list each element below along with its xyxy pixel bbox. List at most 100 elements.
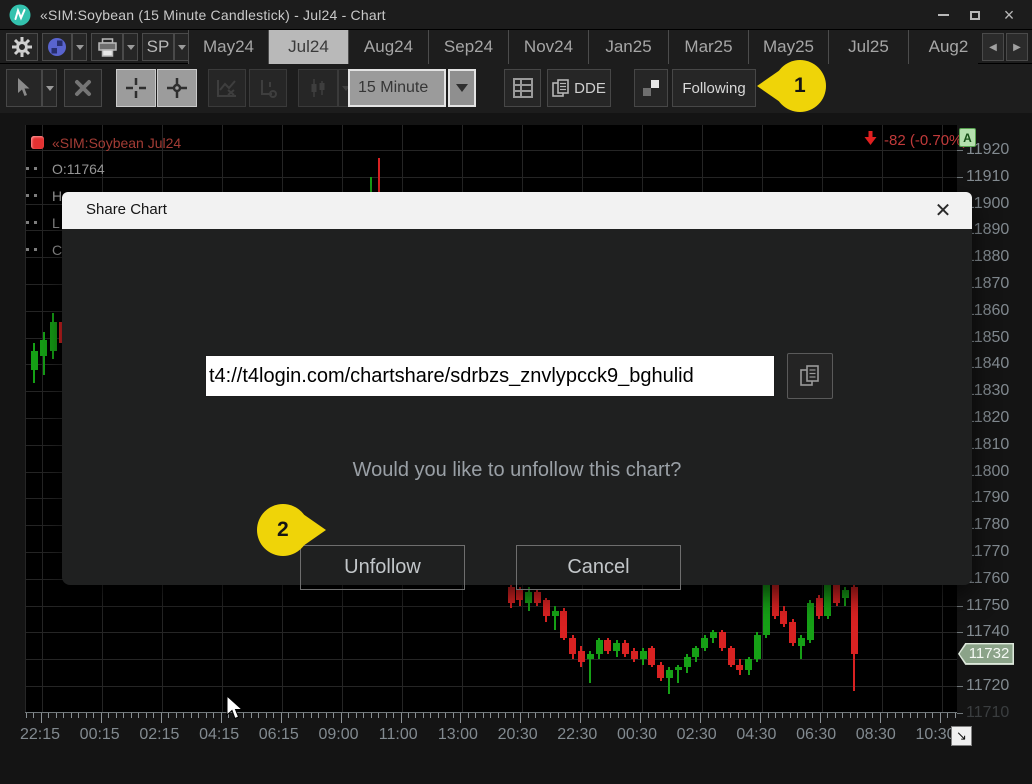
scroll-to-latest-button[interactable]: ↘ <box>951 726 972 746</box>
scale-tool-button[interactable] <box>249 69 287 107</box>
time-axis-minor-tick <box>925 713 926 718</box>
layout-compare-button[interactable] <box>634 69 668 107</box>
time-axis-minor-tick <box>153 713 154 718</box>
dde-export-button[interactable]: DDE <box>547 69 611 107</box>
crosshair-snap-tool-button[interactable] <box>157 69 197 107</box>
app-logo-icon <box>9 4 31 26</box>
contract-tab-row: SP May24Jul24Aug24Sep24Nov24Jan25Mar25Ma… <box>0 30 1032 64</box>
candle-body <box>807 603 814 641</box>
candle-body <box>569 638 576 654</box>
tab-jul24[interactable]: Jul24 <box>268 30 348 64</box>
tab-jan25[interactable]: Jan25 <box>588 30 668 64</box>
line-style-dots <box>26 248 38 251</box>
delete-drawing-button[interactable] <box>64 69 102 107</box>
time-axis-minor-tick <box>206 713 207 718</box>
cursor-icon <box>16 78 32 98</box>
tab-sep24[interactable]: Sep24 <box>428 30 508 64</box>
time-axis-minor-tick <box>550 713 551 718</box>
time-axis-minor-tick <box>198 713 199 718</box>
tab-may24[interactable]: May24 <box>188 30 268 64</box>
time-axis-minor-tick <box>738 713 739 718</box>
time-axis-minor-tick <box>108 713 109 718</box>
last-price-value: 11732 <box>960 644 1013 663</box>
candle-body <box>578 651 585 662</box>
dialog-header: Share Chart ✕ <box>62 192 972 229</box>
tabs-scroll-right-button[interactable]: ▶ <box>1006 33 1028 61</box>
change-value: -82 (-0.70%) <box>884 132 967 149</box>
theme-dropdown[interactable] <box>72 33 87 61</box>
time-axis-major-tick <box>161 713 162 723</box>
price-axis-tick <box>957 150 963 151</box>
copy-icon <box>552 79 570 97</box>
autoscale-badge[interactable]: A <box>959 128 976 147</box>
time-axis-minor-tick <box>266 713 267 718</box>
line-style-dots <box>26 194 38 197</box>
time-axis-minor-tick <box>296 713 297 718</box>
candle-body <box>534 592 541 603</box>
close-button[interactable]: × <box>998 6 1020 24</box>
time-axis-label: 08:30 <box>856 726 896 744</box>
share-url-input[interactable] <box>205 355 775 397</box>
maximize-button[interactable] <box>964 6 986 24</box>
x-icon <box>74 79 92 97</box>
time-axis-major-tick <box>101 713 102 723</box>
tab-nov24[interactable]: Nov24 <box>508 30 588 64</box>
dialog-question: Would you like to unfollow this chart? <box>62 459 972 482</box>
minimize-button[interactable] <box>932 6 954 24</box>
crosshair-tool-button[interactable] <box>116 69 156 107</box>
chevron-down-icon <box>76 45 84 50</box>
candle-body <box>525 592 532 603</box>
price-axis-label: 11870 <box>966 275 1009 293</box>
candle-body <box>631 651 638 659</box>
exchange-button[interactable]: SP <box>142 33 174 61</box>
time-axis-minor-tick <box>693 713 694 718</box>
print-button[interactable] <box>91 33 123 61</box>
time-axis-minor-tick <box>386 713 387 718</box>
time-axis-minor-tick <box>670 713 671 718</box>
tab-jul25[interactable]: Jul25 <box>828 30 908 64</box>
chevron-down-icon <box>178 45 186 50</box>
settings-button[interactable] <box>6 33 38 61</box>
pointer-tool-button[interactable] <box>6 69 42 107</box>
mouse-cursor-icon <box>225 695 244 722</box>
cancel-button[interactable]: Cancel <box>516 545 681 590</box>
following-button[interactable]: Following <box>672 69 756 107</box>
tabs-scroll-left-button[interactable]: ◀ <box>982 33 1004 61</box>
time-axis-major-tick <box>41 713 42 723</box>
callout-number: 2 <box>277 518 289 542</box>
print-dropdown[interactable] <box>123 33 138 61</box>
window-title: «SIM:Soybean (15 Minute Candlestick) - J… <box>40 7 386 23</box>
tab-aug2[interactable]: Aug2 <box>908 30 978 64</box>
candle-body <box>596 640 603 653</box>
interval-select[interactable]: 15 Minute <box>348 69 446 107</box>
time-axis-minor-tick <box>797 713 798 718</box>
pointer-tool-dropdown[interactable] <box>42 69 57 107</box>
time-axis-minor-tick <box>363 713 364 718</box>
quote-board-button[interactable] <box>504 69 541 107</box>
copy-url-button[interactable] <box>787 353 833 399</box>
time-axis-minor-tick <box>955 713 956 718</box>
tab-mar25[interactable]: Mar25 <box>668 30 748 64</box>
interval-dropdown[interactable] <box>448 69 476 107</box>
candle-body <box>701 638 708 649</box>
time-axis-minor-tick <box>288 713 289 718</box>
tab-aug24[interactable]: Aug24 <box>348 30 428 64</box>
time-axis-major-tick <box>640 713 641 723</box>
time-axis-minor-tick <box>790 713 791 718</box>
time-axis-label: 22:15 <box>20 726 60 744</box>
price-axis-label: 11750 <box>966 597 1009 615</box>
clear-chart-button[interactable] <box>208 69 246 107</box>
time-axis-minor-tick <box>415 713 416 718</box>
chart-style-button[interactable] <box>298 69 338 107</box>
candle-body <box>772 584 779 616</box>
time-axis-major-tick <box>221 713 222 723</box>
time-axis-minor-tick <box>715 713 716 718</box>
time-axis-minor-tick <box>48 713 49 718</box>
theme-button[interactable] <box>42 33 72 61</box>
time-axis-minor-tick <box>273 713 274 718</box>
dialog-close-button[interactable]: ✕ <box>930 197 956 223</box>
exchange-dropdown[interactable] <box>174 33 189 61</box>
time-axis-minor-tick <box>872 713 873 718</box>
price-axis-tick <box>957 606 963 607</box>
interval-value: 15 Minute <box>358 79 428 97</box>
